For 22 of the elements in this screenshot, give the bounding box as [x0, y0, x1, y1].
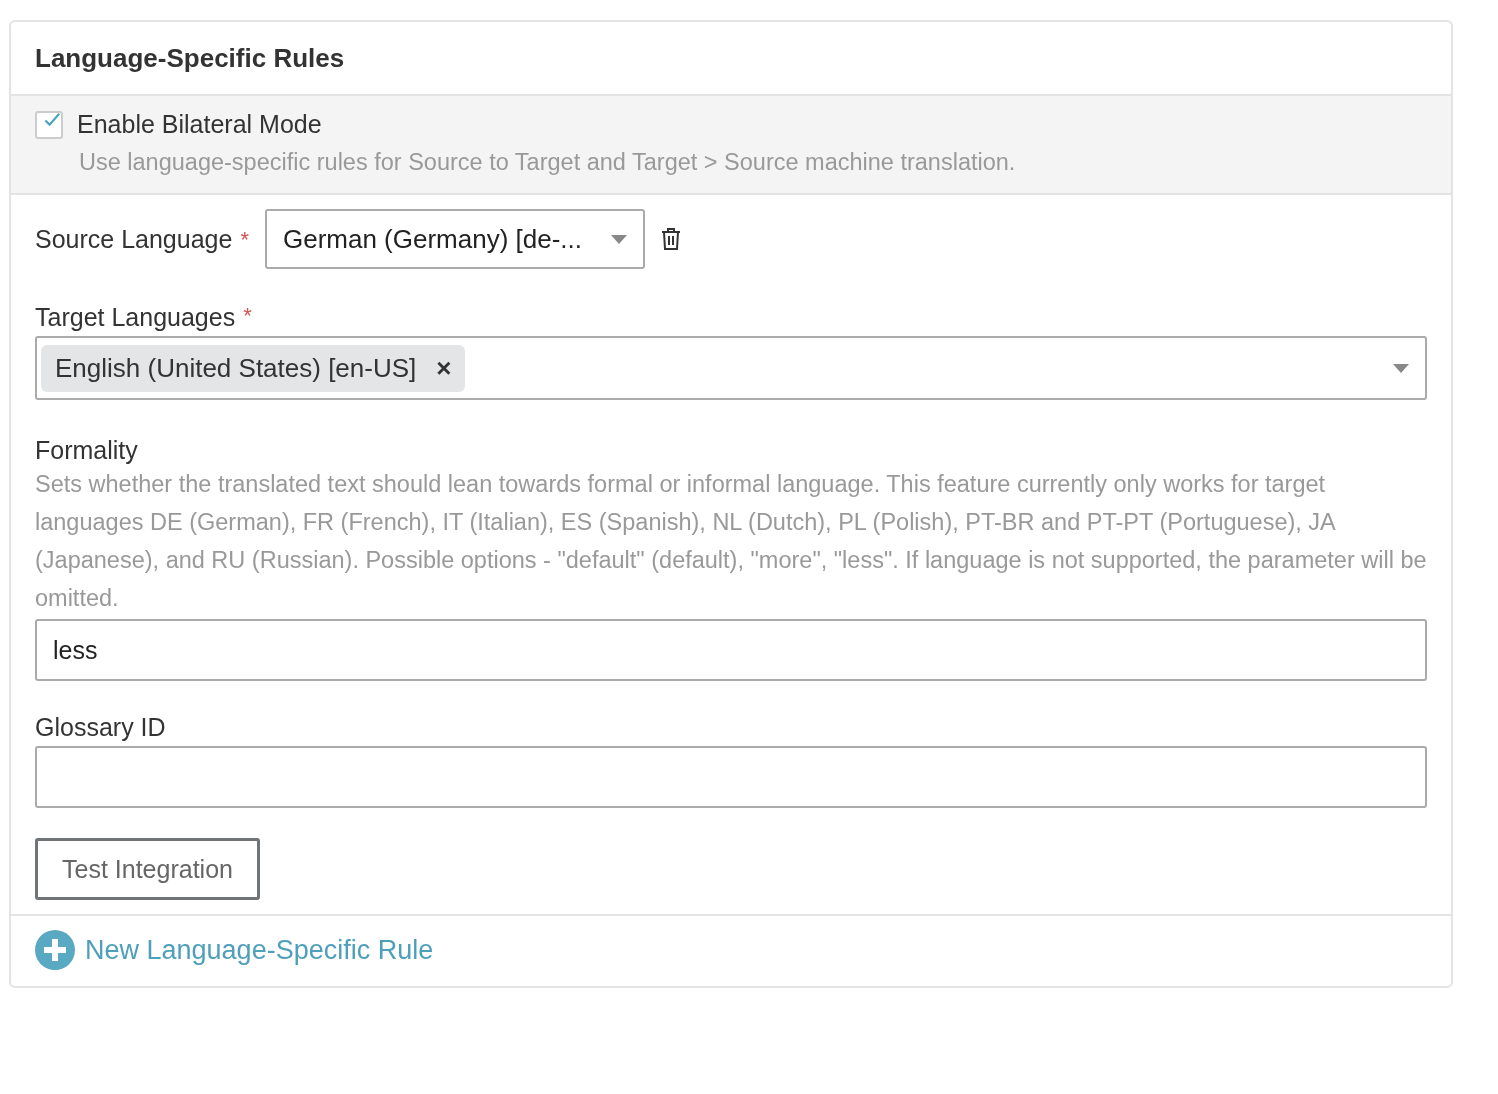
- field-label: Glossary ID: [35, 713, 167, 742]
- checkbox-label: Enable Bilateral Mode: [77, 110, 322, 139]
- target-languages-select[interactable]: English (United States) [en-US] ×: [35, 336, 1427, 400]
- checkbox[interactable]: [35, 110, 63, 139]
- field-label: Source Language: [35, 224, 233, 254]
- help-text: Use language-specific rules for Source to Target and Target > Source machine translation.: [79, 148, 1017, 177]
- field-label: Target Languages: [35, 303, 236, 332]
- glossary-id-input[interactable]: [35, 746, 1427, 808]
- help-text: Sets whether the translated text should lean towards formal or informal language. This feature currently only works for target languages DE (German), FR (French), IT (Italian), ES (Spanish), NL (Dutch), PL (Polish), PT-BR and PT-PT (Portuguese), JA (Japanese), and RU (Russian). Possible options - "default" (default), "more", "less". If language is not supported, the parameter will be omitted.: [35, 470, 1427, 613]
- delete-icon[interactable]: [660, 227, 681, 251]
- formality-input[interactable]: less: [35, 619, 1427, 681]
- source-language-select[interactable]: German (Germany) [de-...: [264, 209, 645, 269]
- tag-label: English (United States) [en-US]: [55, 352, 417, 384]
- test-integration-button[interactable]: Test Integration: [35, 838, 260, 900]
- required-mark: *: [240, 227, 249, 253]
- remove-tag-button[interactable]: ×: [436, 352, 452, 384]
- caret-icon: [1393, 364, 1409, 373]
- required-mark: *: [243, 303, 252, 329]
- plus-circle-icon[interactable]: [35, 930, 75, 970]
- caret-icon: [610, 234, 627, 244]
- section-title: Language-Specific Rules: [35, 42, 345, 74]
- field-label: Formality: [35, 436, 139, 465]
